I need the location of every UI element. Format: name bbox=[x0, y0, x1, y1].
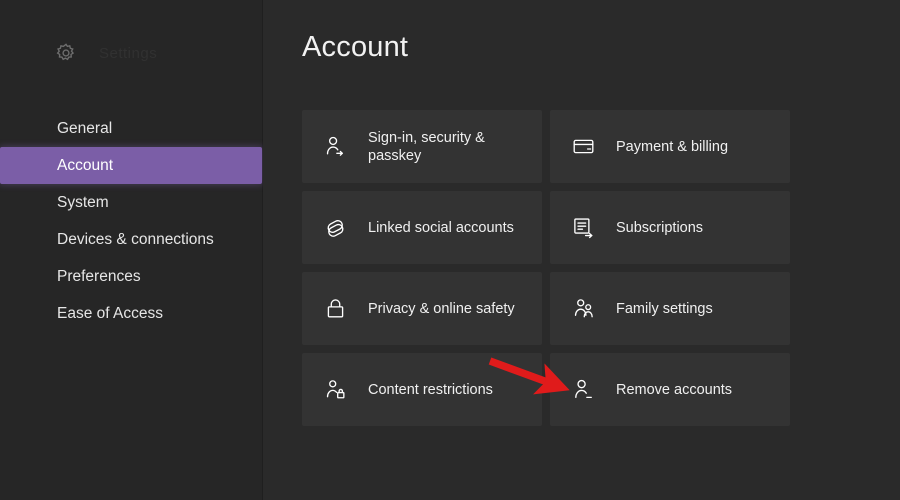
sidebar-item-label: Ease of Access bbox=[57, 304, 163, 322]
tile-label: Content restrictions bbox=[368, 381, 493, 398]
main-content: Account Sign-in, security & passkey Paym… bbox=[263, 0, 900, 500]
sidebar-item-account[interactable]: Account bbox=[0, 147, 262, 184]
tile-sign-in-security-passkey[interactable]: Sign-in, security & passkey bbox=[302, 110, 542, 183]
tile-label: Subscriptions bbox=[616, 219, 704, 236]
sidebar-item-ease-of-access[interactable]: Ease of Access bbox=[0, 295, 263, 332]
tile-label: Linked social accounts bbox=[368, 219, 514, 236]
tile-content-restrictions[interactable]: Content restrictions bbox=[302, 353, 542, 426]
tile-privacy-online-safety[interactable]: Privacy & online safety bbox=[302, 272, 542, 345]
sidebar-item-label: Devices & connections bbox=[57, 230, 214, 248]
tile-linked-social-accounts[interactable]: Linked social accounts bbox=[302, 191, 542, 264]
person-minus-icon bbox=[575, 379, 592, 399]
tile-label: Payment & billing bbox=[616, 138, 729, 155]
credit-card-icon bbox=[573, 139, 594, 154]
link-chain-icon bbox=[327, 220, 344, 237]
sidebar-item-devices-connections[interactable]: Devices & connections bbox=[0, 221, 263, 258]
sidebar-item-label: Account bbox=[57, 156, 114, 174]
gear-icon bbox=[56, 43, 75, 61]
person-signin-icon bbox=[326, 136, 343, 156]
tile-remove-accounts[interactable]: Remove accounts bbox=[550, 353, 790, 426]
tile-payment-billing[interactable]: Payment & billing bbox=[550, 110, 790, 183]
page-title: Account bbox=[302, 31, 409, 63]
tile-label: Family settings bbox=[616, 300, 713, 317]
tile-family-settings[interactable]: Family settings bbox=[550, 272, 790, 345]
sidebar-item-label: Preferences bbox=[57, 267, 141, 285]
sidebar-item-label: General bbox=[57, 119, 113, 137]
sidebar: Settings General Account System Devices … bbox=[0, 0, 263, 500]
tile-label: Privacy & online safety bbox=[368, 300, 515, 317]
account-tile-grid: Sign-in, security & passkey Payment & bi… bbox=[302, 110, 790, 426]
sidebar-item-preferences[interactable]: Preferences bbox=[0, 258, 263, 295]
person-lock-icon bbox=[326, 380, 345, 399]
tile-label: Sign-in, security & passkey bbox=[368, 129, 485, 164]
padlock-icon bbox=[327, 299, 344, 318]
sidebar-item-label: System bbox=[57, 193, 109, 211]
sidebar-nav: General Account System Devices & connect… bbox=[0, 110, 263, 332]
settings-title: Settings bbox=[99, 44, 158, 62]
settings-header: Settings bbox=[0, 36, 263, 70]
document-list-icon bbox=[574, 218, 593, 239]
people-group-icon bbox=[574, 299, 593, 318]
sidebar-item-system[interactable]: System bbox=[0, 184, 263, 221]
tile-subscriptions[interactable]: Subscriptions bbox=[550, 191, 790, 264]
tile-label: Remove accounts bbox=[616, 381, 733, 398]
sidebar-item-general[interactable]: General bbox=[0, 110, 263, 147]
